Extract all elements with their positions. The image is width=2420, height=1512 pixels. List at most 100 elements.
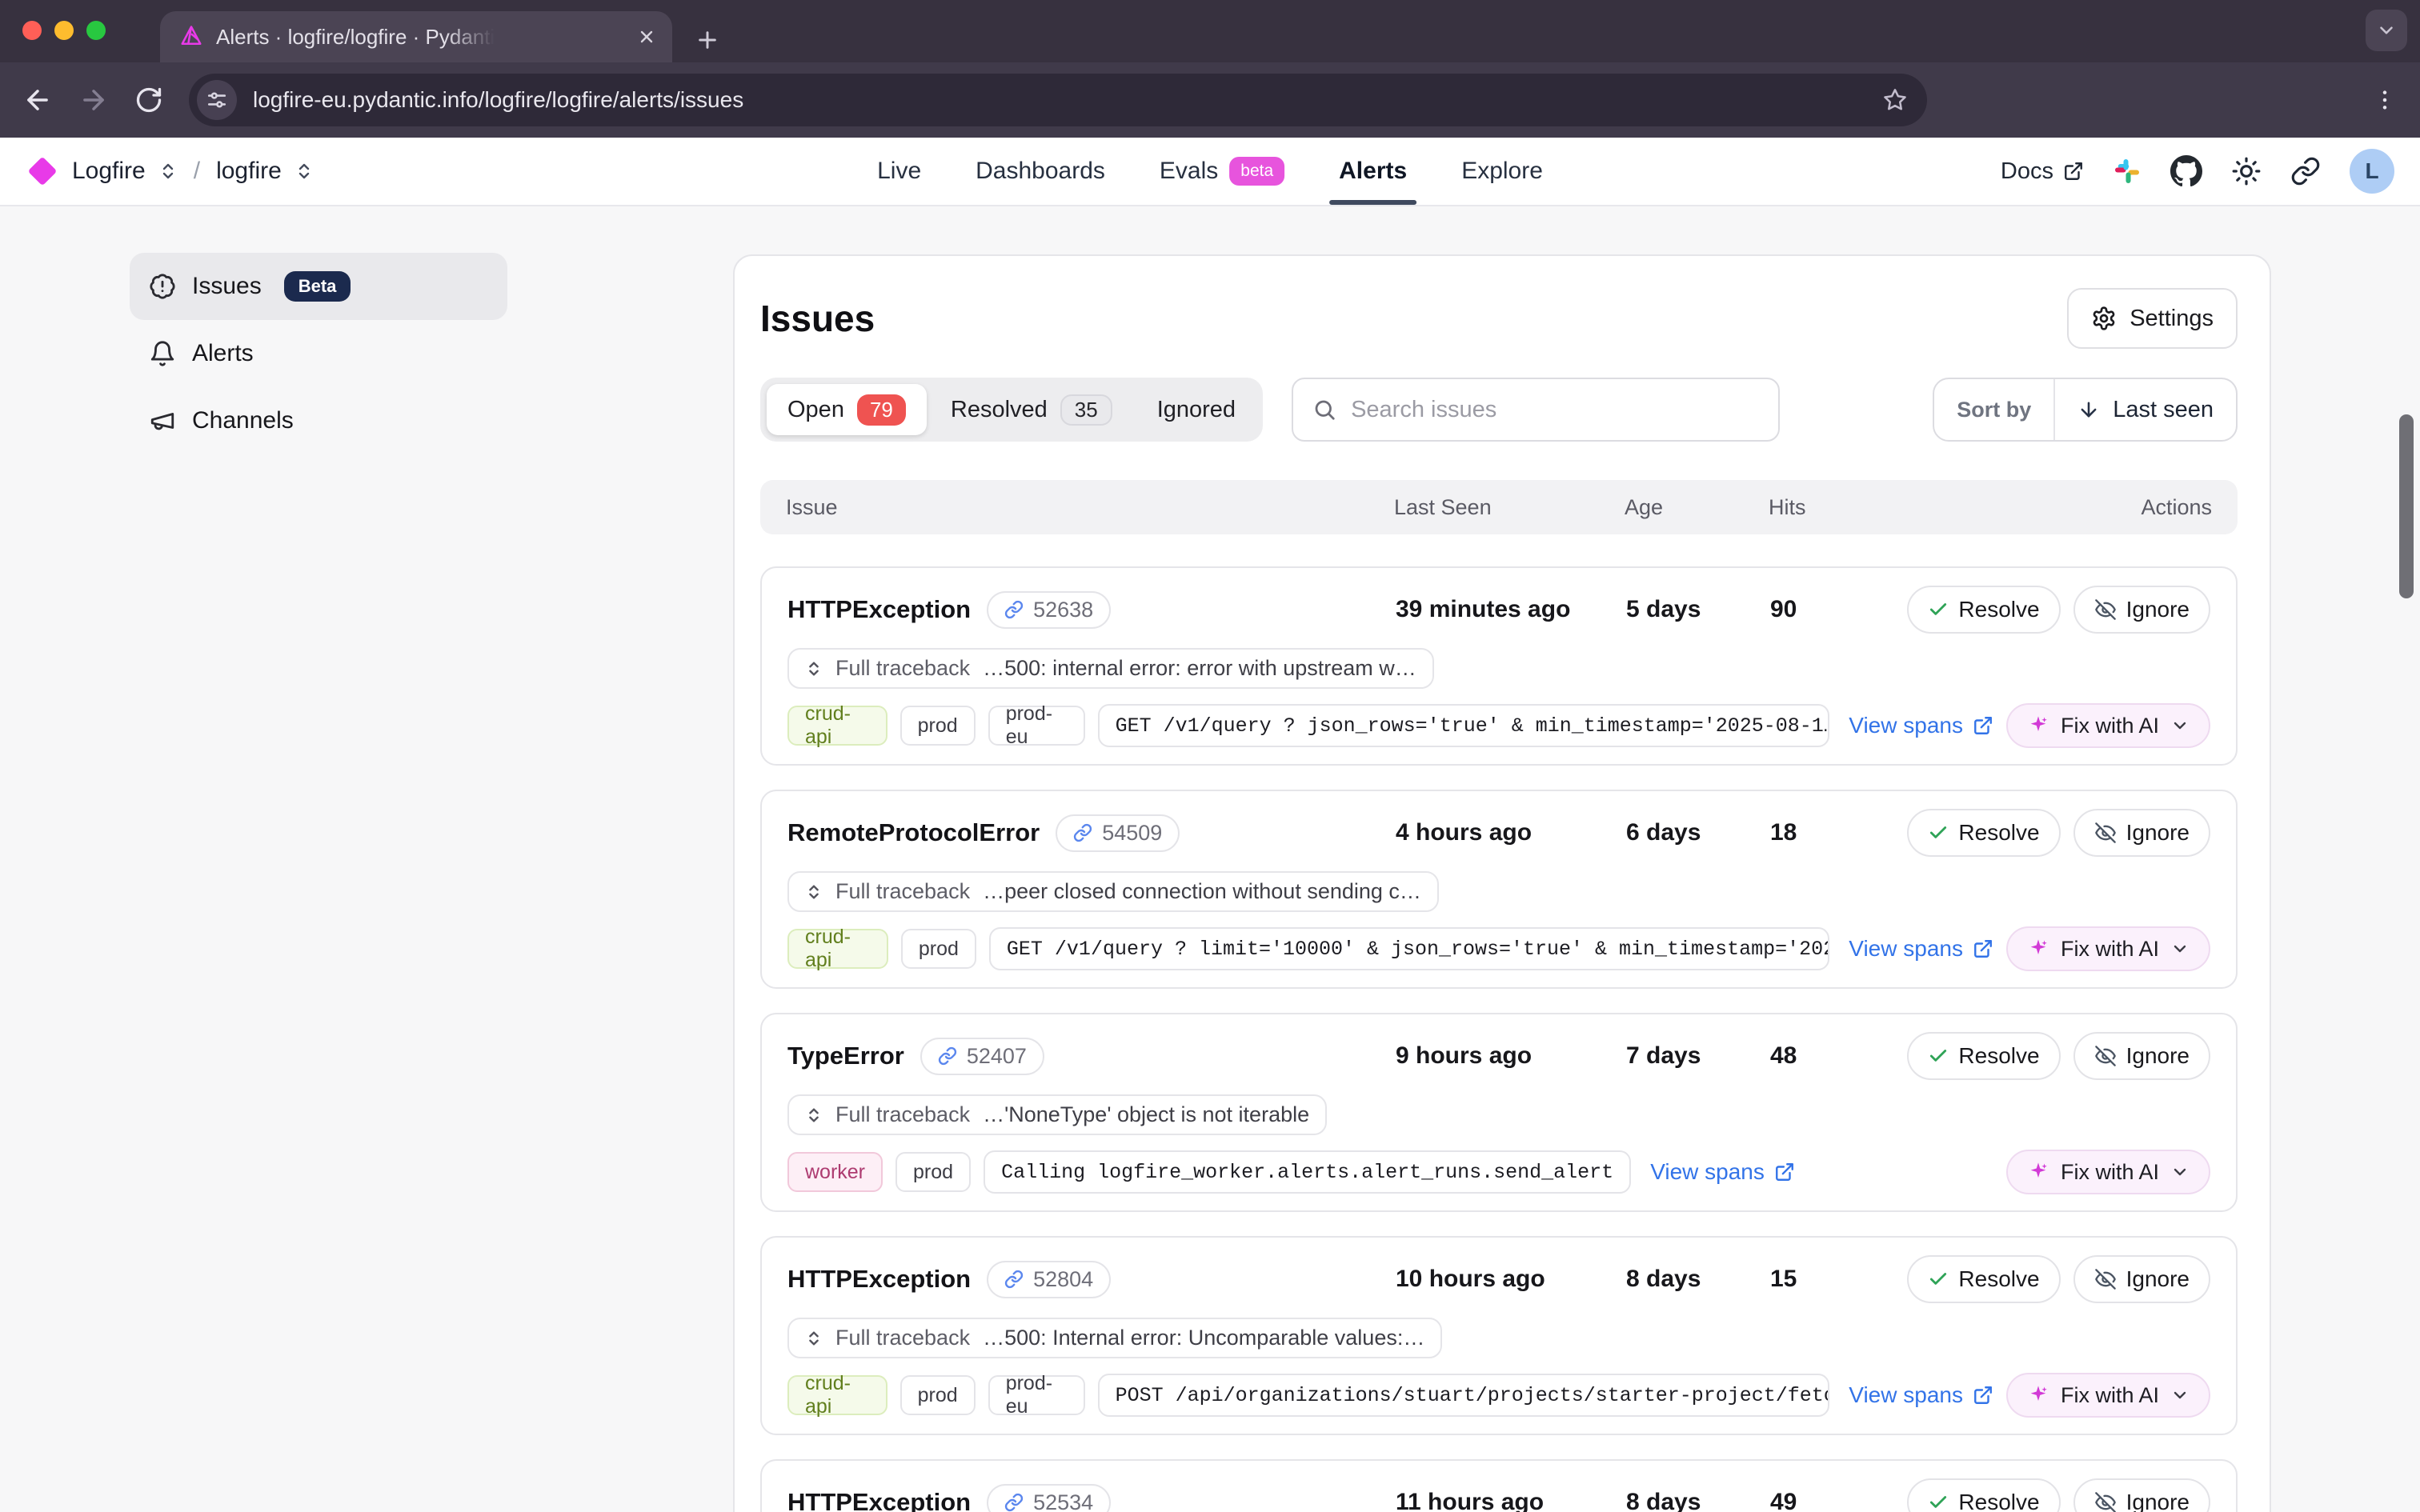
zoom-window-button[interactable] <box>86 21 106 40</box>
sidebar-item-issues[interactable]: Issues Beta <box>130 253 507 320</box>
badge-alert-icon <box>149 273 176 300</box>
resolve-button[interactable]: Resolve <box>1907 1255 2060 1303</box>
sort-control[interactable]: Sort by Last seen <box>1933 378 2238 442</box>
theme-sun-icon[interactable] <box>2231 156 2262 186</box>
issue-hits: 48 <box>1770 1042 1882 1070</box>
sidebar-item-alerts[interactable]: Alerts <box>130 320 507 387</box>
browser-window: Alerts · logfire/logfire · Pydanti logfi… <box>0 0 2420 1512</box>
ignore-button[interactable]: Ignore <box>2073 1478 2210 1512</box>
new-tab-button[interactable] <box>695 27 720 53</box>
issue-age: 5 days <box>1626 596 1770 623</box>
close-window-button[interactable] <box>22 21 42 40</box>
traceback-toggle[interactable]: Full traceback …'NoneType' object is not… <box>787 1094 1327 1135</box>
check-icon <box>1928 822 1949 843</box>
env-tag: prod <box>895 1152 971 1192</box>
tab-evals[interactable]: Evals beta <box>1160 138 1284 205</box>
back-button[interactable] <box>22 85 53 115</box>
browser-toolbar: logfire-eu.pydantic.info/logfire/logfire… <box>0 62 2420 138</box>
share-link-icon[interactable] <box>2290 156 2321 186</box>
org-selector[interactable]: Logfire <box>72 158 146 185</box>
ignore-button[interactable]: Ignore <box>2073 1255 2210 1303</box>
page-scrollbar-thumb[interactable] <box>2399 414 2414 598</box>
settings-button[interactable]: Settings <box>2067 288 2238 349</box>
col-hits[interactable]: Hits <box>1769 495 1881 520</box>
issue-id-badge[interactable]: 54509 <box>1056 814 1180 852</box>
chevron-down-icon <box>2170 939 2190 958</box>
sort-value-button[interactable]: Last seen <box>2055 379 2236 440</box>
col-age[interactable]: Age <box>1625 495 1769 520</box>
resolved-count-badge: 35 <box>1060 394 1112 426</box>
ignore-button[interactable]: Ignore <box>2073 809 2210 857</box>
fix-with-ai-button[interactable]: Fix with AI <box>2006 926 2210 971</box>
resolve-button[interactable]: Resolve <box>1907 809 2060 857</box>
fix-with-ai-button[interactable]: Fix with AI <box>2006 1150 2210 1194</box>
traceback-toggle[interactable]: Full traceback …500: Internal error: Unc… <box>787 1318 1442 1358</box>
github-icon[interactable] <box>2170 155 2202 187</box>
link-icon <box>938 1046 957 1066</box>
tab-dashboards[interactable]: Dashboards <box>976 138 1105 205</box>
sidebar-item-label: Issues <box>192 273 262 300</box>
filter-resolved[interactable]: Resolved 35 <box>930 384 1133 435</box>
chevrons-up-down-icon[interactable] <box>294 162 314 181</box>
issue-id-badge[interactable]: 52407 <box>920 1038 1044 1075</box>
browser-menu-icon[interactable] <box>2372 87 2398 113</box>
forward-button[interactable] <box>78 85 109 115</box>
env-tag: prod <box>901 929 976 969</box>
issue-id-badge[interactable]: 52804 <box>987 1261 1111 1298</box>
external-link-icon <box>1774 1162 1795 1182</box>
issue-name: HTTPException <box>787 1265 971 1294</box>
tab-alerts[interactable]: Alerts <box>1339 138 1407 205</box>
sidebar-item-channels[interactable]: Channels <box>130 387 507 454</box>
ignore-button[interactable]: Ignore <box>2073 586 2210 634</box>
search-input[interactable] <box>1351 397 1759 423</box>
user-avatar[interactable]: L <box>2350 149 2394 194</box>
docs-link[interactable]: Docs <box>2001 158 2084 185</box>
browser-tab[interactable]: Alerts · logfire/logfire · Pydanti <box>160 11 672 62</box>
filter-ignored[interactable]: Ignored <box>1136 384 1256 435</box>
expand-icon <box>805 660 823 678</box>
issue-id-badge[interactable]: 52534 <box>987 1484 1111 1512</box>
fix-with-ai-button[interactable]: Fix with AI <box>2006 703 2210 748</box>
bookmark-star-icon[interactable] <box>1882 87 1908 113</box>
issue-last-seen: 39 minutes ago <box>1396 596 1626 623</box>
site-controls-icon[interactable] <box>197 80 237 120</box>
url-text[interactable]: logfire-eu.pydantic.info/logfire/logfire… <box>253 87 743 113</box>
search-box[interactable] <box>1292 378 1780 442</box>
ignore-button[interactable]: Ignore <box>2073 1032 2210 1080</box>
issue-name: HTTPException <box>787 595 971 624</box>
resolve-button[interactable]: Resolve <box>1907 586 2060 634</box>
resolve-button[interactable]: Resolve <box>1907 1032 2060 1080</box>
open-count-badge: 79 <box>857 394 906 426</box>
view-spans-link[interactable]: View spans <box>1650 1159 1795 1185</box>
project-selector[interactable]: logfire <box>216 158 282 185</box>
view-spans-link[interactable]: View spans <box>1849 1382 1993 1408</box>
eye-off-icon <box>2094 598 2117 621</box>
issue-card: RemoteProtocolError 54509 4 hours ago 6 … <box>760 790 2238 989</box>
tab-live[interactable]: Live <box>877 138 921 205</box>
fix-with-ai-button[interactable]: Fix with AI <box>2006 1373 2210 1418</box>
issue-id-badge[interactable]: 52638 <box>987 591 1111 629</box>
filter-open[interactable]: Open 79 <box>767 384 927 435</box>
slack-icon[interactable] <box>2113 157 2142 186</box>
expand-icon <box>805 1106 823 1124</box>
col-last-seen[interactable]: Last Seen <box>1394 495 1625 520</box>
tab-explore[interactable]: Explore <box>1461 138 1543 205</box>
resolve-button[interactable]: Resolve <box>1907 1478 2060 1512</box>
tab-search-chevron-button[interactable] <box>2366 10 2407 51</box>
traceback-toggle[interactable]: Full traceback …500: internal error: err… <box>787 648 1434 689</box>
sparkles-icon <box>2027 714 2049 737</box>
issue-card: HTTPException 52804 10 hours ago 8 days … <box>760 1236 2238 1435</box>
logfire-favicon <box>179 25 203 49</box>
chevrons-up-down-icon[interactable] <box>158 162 178 181</box>
link-icon <box>1004 600 1024 619</box>
view-spans-link[interactable]: View spans <box>1849 936 1993 962</box>
traceback-detail: …500: Internal error: Uncomparable value… <box>983 1326 1424 1350</box>
url-bar[interactable]: logfire-eu.pydantic.info/logfire/logfire… <box>189 74 1927 126</box>
reload-button[interactable] <box>134 86 163 114</box>
env-tag: prod <box>900 1375 976 1415</box>
tab-close-icon[interactable] <box>637 27 656 46</box>
check-icon <box>1928 1046 1949 1066</box>
view-spans-link[interactable]: View spans <box>1849 713 1993 738</box>
minimize-window-button[interactable] <box>54 21 74 40</box>
traceback-toggle[interactable]: Full traceback …peer closed connection w… <box>787 871 1439 912</box>
